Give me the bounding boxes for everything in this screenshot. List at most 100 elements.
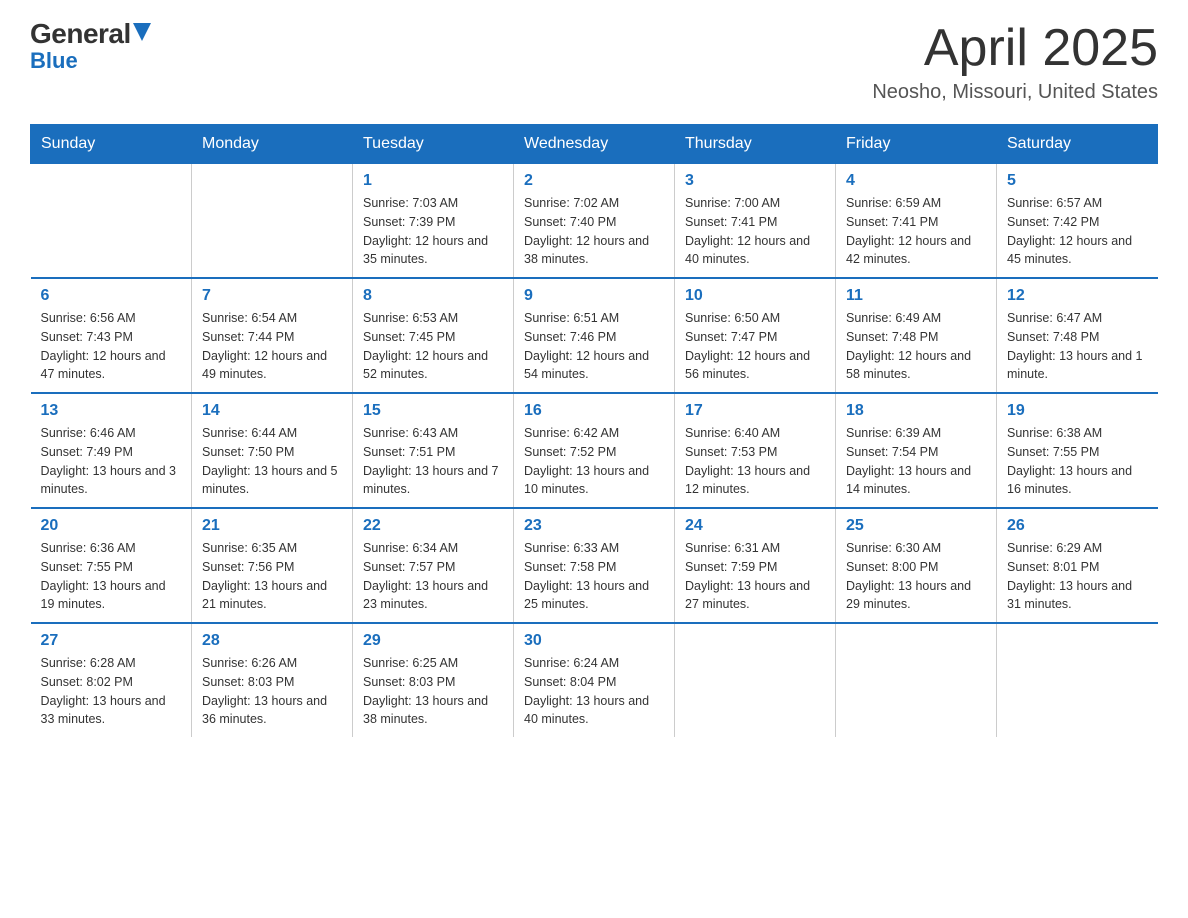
day-info: Sunrise: 6:40 AM Sunset: 7:53 PM Dayligh… (685, 424, 825, 499)
day-number: 5 (1007, 172, 1148, 190)
day-info: Sunrise: 6:42 AM Sunset: 7:52 PM Dayligh… (524, 424, 664, 499)
day-info: Sunrise: 6:34 AM Sunset: 7:57 PM Dayligh… (363, 539, 503, 614)
calendar-cell: 17Sunrise: 6:40 AM Sunset: 7:53 PM Dayli… (675, 393, 836, 508)
header-sunday: Sunday (31, 125, 192, 164)
header-saturday: Saturday (997, 125, 1158, 164)
calendar-cell (192, 164, 353, 279)
day-number: 3 (685, 172, 825, 190)
day-number: 27 (41, 632, 182, 650)
logo: General Blue (30, 20, 151, 72)
calendar-week-row: 13 Sunrise: 6:46 AM Sunset: 7:49 PM Dayli… (31, 393, 1158, 508)
day-info: Sunrise: 6:36 AM Sunset: 7:55 PM Dayligh… (41, 539, 182, 614)
day-number: 29 (363, 632, 503, 650)
calendar-title: April 2025 (872, 20, 1158, 77)
calendar-cell: 16 Sunrise: 6:42 AM Sunset: 7:52 PM Dayli… (514, 393, 675, 508)
day-info: Sunrise: 6:33 AM Sunset: 7:58 PM Dayligh… (524, 539, 664, 614)
day-info: Sunrise: 6:53 AM Sunset: 7:45 PM Dayligh… (363, 309, 503, 384)
day-number: 13 (41, 402, 182, 420)
calendar-cell: 29 Sunrise: 6:25 AM Sunset: 8:03 PM Dayli… (353, 623, 514, 737)
header-thursday: Thursday (675, 125, 836, 164)
day-info: Sunrise: 6:24 AM Sunset: 8:04 PM Dayligh… (524, 654, 664, 729)
calendar-header: Sunday Monday Tuesday Wednesday Thursday… (31, 125, 1158, 164)
day-info: Sunrise: 7:02 AM Sunset: 7:40 PM Dayligh… (524, 194, 664, 269)
title-block: April 2025 Neosho, Missouri, United Stat… (872, 20, 1158, 104)
day-info: Sunrise: 6:46 AM Sunset: 7:49 PM Dayligh… (41, 424, 182, 499)
day-number: 20 (41, 517, 182, 535)
day-info: Sunrise: 6:44 AM Sunset: 7:50 PM Dayligh… (202, 424, 342, 499)
calendar-cell: 8 Sunrise: 6:53 AM Sunset: 7:45 PM Daylig… (353, 278, 514, 393)
day-info: Sunrise: 6:25 AM Sunset: 8:03 PM Dayligh… (363, 654, 503, 729)
day-number: 10 (685, 287, 825, 305)
calendar-cell: 18Sunrise: 6:39 AM Sunset: 7:54 PM Dayli… (836, 393, 997, 508)
calendar-cell: 14 Sunrise: 6:44 AM Sunset: 7:50 PM Dayli… (192, 393, 353, 508)
day-info: Sunrise: 6:29 AM Sunset: 8:01 PM Dayligh… (1007, 539, 1148, 614)
calendar-cell: 6Sunrise: 6:56 AM Sunset: 7:43 PM Daylig… (31, 278, 192, 393)
calendar-cell: 4 Sunrise: 6:59 AM Sunset: 7:41 PM Daylig… (836, 164, 997, 279)
day-info: Sunrise: 6:30 AM Sunset: 8:00 PM Dayligh… (846, 539, 986, 614)
calendar-cell: 12Sunrise: 6:47 AM Sunset: 7:48 PM Dayli… (997, 278, 1158, 393)
day-info: Sunrise: 6:56 AM Sunset: 7:43 PM Dayligh… (41, 309, 182, 384)
day-number: 14 (202, 402, 342, 420)
day-number: 2 (524, 172, 664, 190)
day-info: Sunrise: 6:47 AM Sunset: 7:48 PM Dayligh… (1007, 309, 1148, 384)
day-info: Sunrise: 6:50 AM Sunset: 7:47 PM Dayligh… (685, 309, 825, 384)
calendar-cell (675, 623, 836, 737)
day-info: Sunrise: 6:51 AM Sunset: 7:46 PM Dayligh… (524, 309, 664, 384)
day-number: 19 (1007, 402, 1148, 420)
header-monday: Monday (192, 125, 353, 164)
calendar-cell: 1Sunrise: 7:03 AM Sunset: 7:39 PM Daylig… (353, 164, 514, 279)
day-number: 11 (846, 287, 986, 305)
calendar-cell: 22 Sunrise: 6:34 AM Sunset: 7:57 PM Dayli… (353, 508, 514, 623)
day-number: 22 (363, 517, 503, 535)
calendar-cell: 26 Sunrise: 6:29 AM Sunset: 8:01 PM Dayli… (997, 508, 1158, 623)
day-number: 4 (846, 172, 986, 190)
calendar-cell: 21 Sunrise: 6:35 AM Sunset: 7:56 PM Dayli… (192, 508, 353, 623)
day-number: 28 (202, 632, 342, 650)
day-info: Sunrise: 6:49 AM Sunset: 7:48 PM Dayligh… (846, 309, 986, 384)
calendar-week-row: 6Sunrise: 6:56 AM Sunset: 7:43 PM Daylig… (31, 278, 1158, 393)
day-number: 7 (202, 287, 342, 305)
day-number: 15 (363, 402, 503, 420)
day-number: 23 (524, 517, 664, 535)
calendar-cell: 27Sunrise: 6:28 AM Sunset: 8:02 PM Dayli… (31, 623, 192, 737)
calendar-cell (31, 164, 192, 279)
day-info: Sunrise: 6:59 AM Sunset: 7:41 PM Dayligh… (846, 194, 986, 269)
day-number: 26 (1007, 517, 1148, 535)
calendar-week-row: 20 Sunrise: 6:36 AM Sunset: 7:55 PM Dayli… (31, 508, 1158, 623)
logo-general-text: General (30, 20, 131, 48)
calendar-cell: 20 Sunrise: 6:36 AM Sunset: 7:55 PM Dayli… (31, 508, 192, 623)
day-info: Sunrise: 6:54 AM Sunset: 7:44 PM Dayligh… (202, 309, 342, 384)
day-number: 25 (846, 517, 986, 535)
day-info: Sunrise: 6:35 AM Sunset: 7:56 PM Dayligh… (202, 539, 342, 614)
calendar-cell: 28 Sunrise: 6:26 AM Sunset: 8:03 PM Dayli… (192, 623, 353, 737)
calendar-cell: 9 Sunrise: 6:51 AM Sunset: 7:46 PM Daylig… (514, 278, 675, 393)
day-info: Sunrise: 6:26 AM Sunset: 8:03 PM Dayligh… (202, 654, 342, 729)
logo-blue-text: Blue (30, 50, 78, 72)
weekday-header-row: Sunday Monday Tuesday Wednesday Thursday… (31, 125, 1158, 164)
day-info: Sunrise: 6:38 AM Sunset: 7:55 PM Dayligh… (1007, 424, 1148, 499)
day-info: Sunrise: 6:39 AM Sunset: 7:54 PM Dayligh… (846, 424, 986, 499)
day-number: 16 (524, 402, 664, 420)
header-wednesday: Wednesday (514, 125, 675, 164)
calendar-cell: 3Sunrise: 7:00 AM Sunset: 7:41 PM Daylig… (675, 164, 836, 279)
day-number: 24 (685, 517, 825, 535)
day-number: 21 (202, 517, 342, 535)
calendar-cell: 24 Sunrise: 6:31 AM Sunset: 7:59 PM Dayli… (675, 508, 836, 623)
calendar-body: 1Sunrise: 7:03 AM Sunset: 7:39 PM Daylig… (31, 164, 1158, 738)
day-number: 8 (363, 287, 503, 305)
calendar-week-row: 1Sunrise: 7:03 AM Sunset: 7:39 PM Daylig… (31, 164, 1158, 279)
calendar-cell: 25 Sunrise: 6:30 AM Sunset: 8:00 PM Dayli… (836, 508, 997, 623)
logo-arrow-icon (133, 23, 151, 41)
page-header: General Blue April 2025 Neosho, Missouri… (30, 20, 1158, 104)
calendar-cell: 5Sunrise: 6:57 AM Sunset: 7:42 PM Daylig… (997, 164, 1158, 279)
day-number: 9 (524, 287, 664, 305)
calendar-cell: 19 Sunrise: 6:38 AM Sunset: 7:55 PM Dayli… (997, 393, 1158, 508)
calendar-cell: 2 Sunrise: 7:02 AM Sunset: 7:40 PM Daylig… (514, 164, 675, 279)
calendar-cell: 11 Sunrise: 6:49 AM Sunset: 7:48 PM Dayli… (836, 278, 997, 393)
calendar-week-row: 27Sunrise: 6:28 AM Sunset: 8:02 PM Dayli… (31, 623, 1158, 737)
day-info: Sunrise: 6:31 AM Sunset: 7:59 PM Dayligh… (685, 539, 825, 614)
day-number: 30 (524, 632, 664, 650)
calendar-cell: 13 Sunrise: 6:46 AM Sunset: 7:49 PM Dayli… (31, 393, 192, 508)
calendar-cell: 10 Sunrise: 6:50 AM Sunset: 7:47 PM Dayli… (675, 278, 836, 393)
day-info: Sunrise: 6:43 AM Sunset: 7:51 PM Dayligh… (363, 424, 503, 499)
